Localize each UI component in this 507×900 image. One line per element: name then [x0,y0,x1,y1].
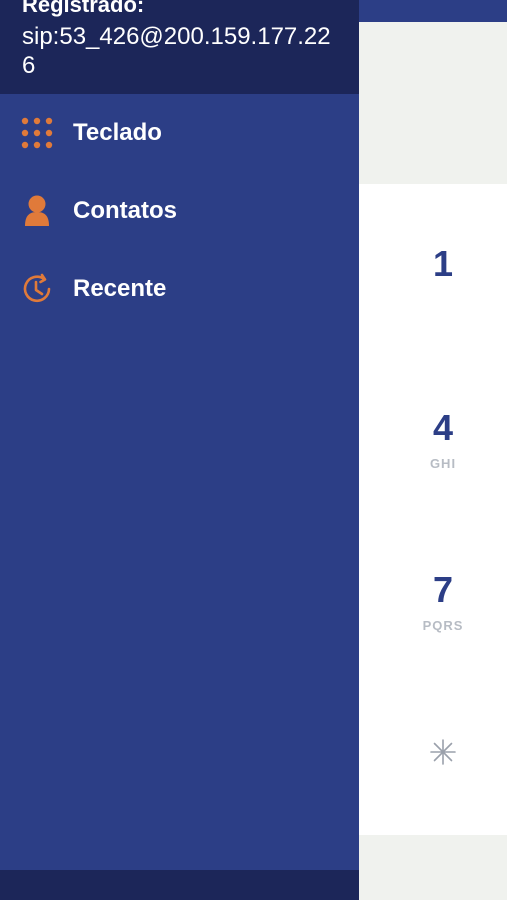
menu-item-recente[interactable]: Recente [0,250,359,328]
key-digit: 4 [432,407,454,448]
asterisk-icon [430,739,456,765]
drawer-footer [0,870,359,900]
key-1[interactable]: 1 [400,244,486,344]
key-digit: 7 [432,569,454,610]
drawer-menu: Teclado Contatos Recente [0,94,359,328]
navigation-drawer: Registrado: sip:53_426@200.159.177.226 T… [0,0,359,900]
contact-icon [25,195,49,226]
history-icon [23,273,51,303]
key-star[interactable] [400,732,486,832]
app-screen: 1 4 GHI 7 PQRS Registrado: sip:53_426@20… [0,0,507,900]
key-digit: 1 [432,243,454,284]
drawer-header: Registrado: sip:53_426@200.159.177.226 [0,0,359,94]
menu-item-teclado[interactable]: Teclado [0,94,359,172]
menu-item-label: Contatos [73,197,177,224]
key-4[interactable]: 4 GHI [400,408,486,508]
sip-address: sip:53_426@200.159.177.226 [22,23,331,79]
menu-item-label: Recente [73,275,167,302]
menu-item-label: Teclado [73,119,162,146]
key-letters: GHI [429,456,457,471]
menu-item-contatos[interactable]: Contatos [0,172,359,250]
key-7[interactable]: 7 PQRS [400,570,486,670]
keypad-icon [21,117,53,149]
registration-status: Registrado: [22,0,145,17]
key-letters: PQRS [422,618,464,633]
